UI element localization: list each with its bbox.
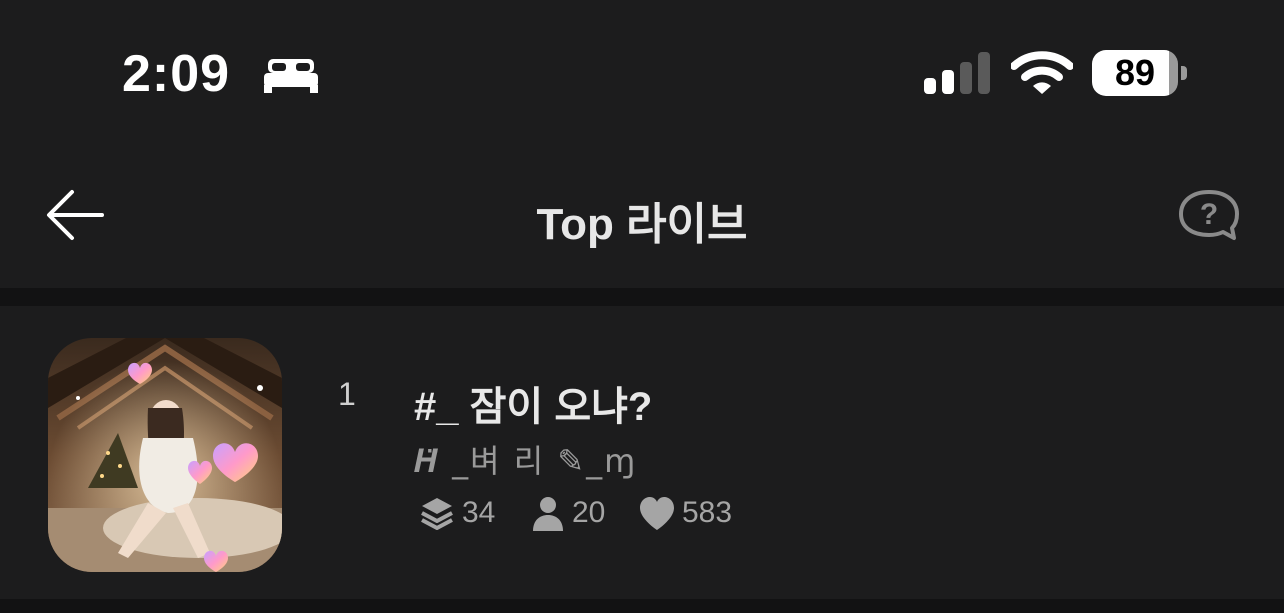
thumbnail-art [48, 338, 282, 572]
person-icon [533, 497, 563, 531]
layers-count: 34 [462, 496, 496, 529]
layers-icon [421, 498, 453, 530]
status-time: 2:09 [122, 45, 231, 103]
status-bar: 2:09 89 [0, 0, 1284, 150]
question-bubble-icon: ? [1179, 190, 1239, 240]
navigation-bar: Top 라이브 ? [0, 150, 1284, 288]
battery-body: 89 [1092, 50, 1178, 96]
page-title: Top 라이브 [536, 200, 748, 249]
help-button[interactable]: ? [1176, 188, 1242, 244]
wifi-icon [1011, 51, 1073, 94]
people-count: 20 [572, 496, 606, 529]
battery-label: 89 [1114, 52, 1156, 93]
section-divider-bottom [0, 599, 1284, 613]
heart-icon [640, 497, 674, 530]
likes-count: 583 [682, 496, 733, 529]
svg-text:?: ? [1200, 198, 1218, 231]
battery-indicator: 89 [1092, 50, 1192, 96]
cellular-signal-icon [924, 52, 990, 94]
live-title: #_ 잠이 오냐? [414, 385, 653, 429]
author-name: 𝑯̈ _벼 리 ✎_ɱ [414, 442, 638, 480]
battery-cap [1181, 66, 1187, 80]
list-item[interactable]: 1 #_ 잠이 오냐? 𝑯̈ _벼 리 ✎_ɱ 34 20 583 [0, 306, 1284, 599]
thumbnail-image [48, 338, 282, 572]
rank-number: 1 [338, 376, 356, 412]
section-divider [0, 288, 1284, 306]
bed-icon [264, 59, 318, 93]
